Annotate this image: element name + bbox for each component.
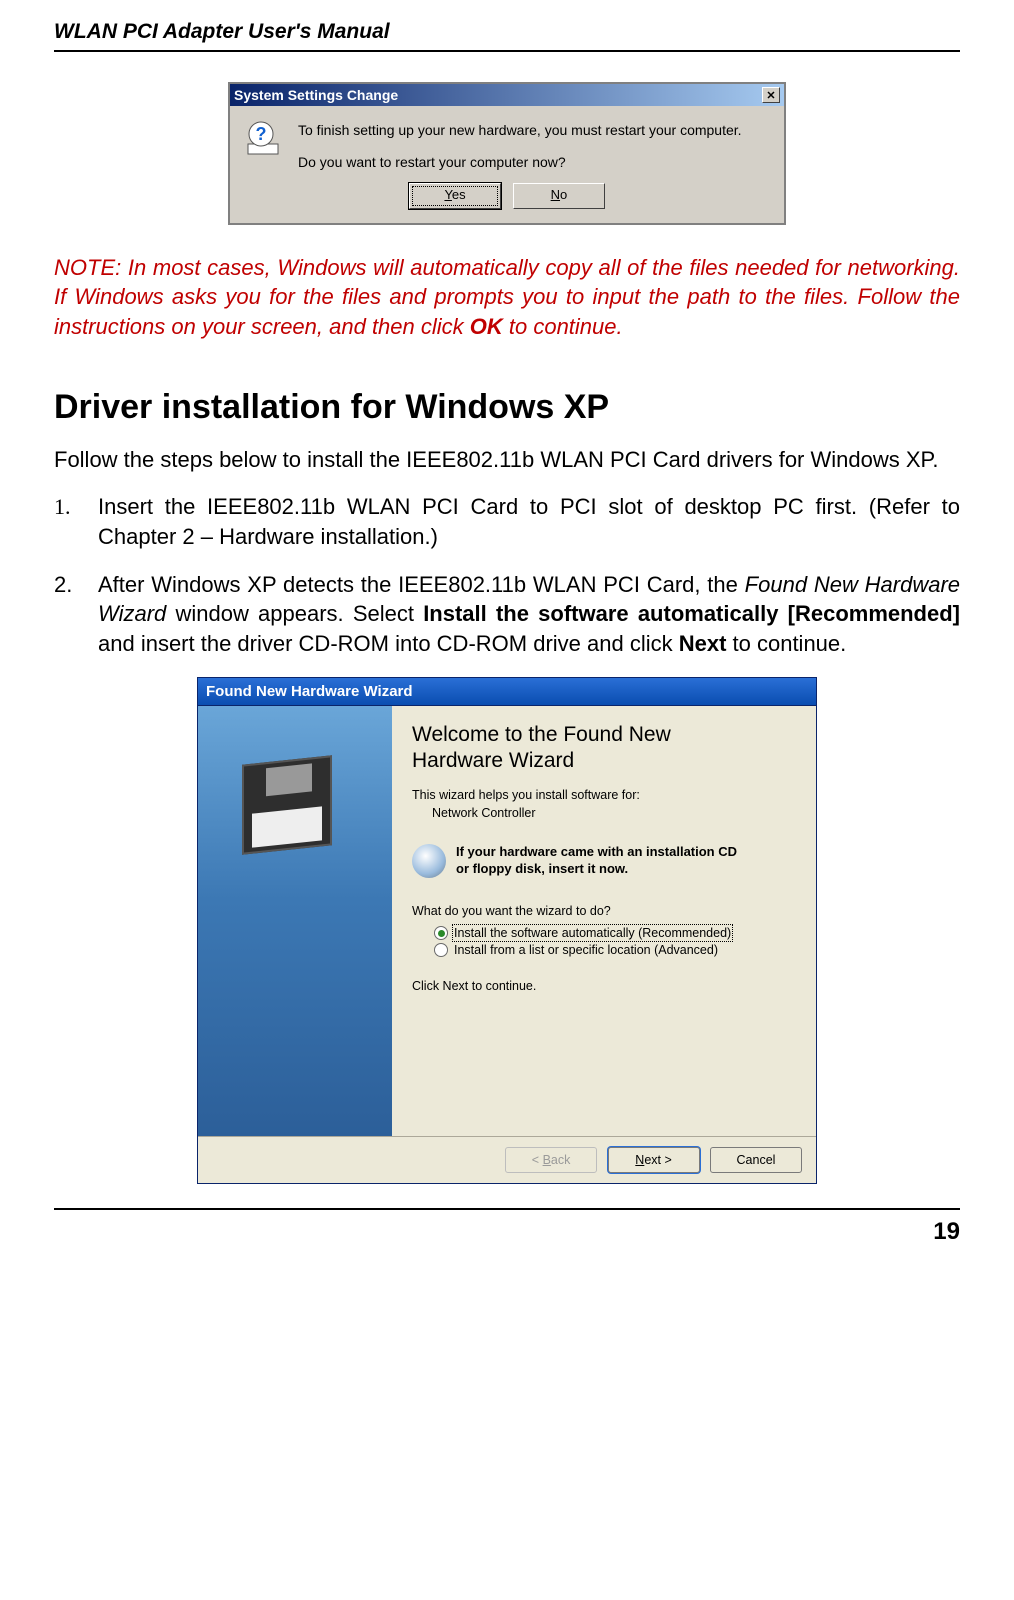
- wizard-helps: This wizard helps you install software f…: [412, 788, 796, 802]
- page-header: WLAN PCI Adapter User's Manual: [54, 20, 960, 44]
- dialog1-line1: To finish setting up your new hardware, …: [298, 120, 742, 140]
- dialog1-body: ? To finish setting up your new hardware…: [230, 106, 784, 183]
- back-rest: ack: [551, 1153, 570, 1167]
- spacer: [298, 140, 742, 152]
- found-new-hardware-wizard-dialog: Found New Hardware Wizard Welcome to the…: [197, 677, 817, 1184]
- list-item: 1.Insert the IEEE802.11b WLAN PCI Card t…: [98, 492, 960, 551]
- step-text: After Windows XP detects the IEEE802.11b…: [98, 572, 745, 597]
- back-button[interactable]: < Back: [505, 1147, 597, 1173]
- dialog1-message: To finish setting up your new hardware, …: [298, 120, 742, 173]
- dialog2-container: Found New Hardware Wizard Welcome to the…: [54, 677, 960, 1184]
- option-install-automatic[interactable]: Install the software automatically (Reco…: [434, 926, 796, 940]
- step-text: and insert the driver CD-ROM into CD-ROM…: [98, 631, 679, 656]
- question-icon: ?: [246, 120, 284, 158]
- header-rule: [54, 50, 960, 52]
- yes-button[interactable]: Yes: [409, 183, 501, 209]
- dialog2-titlebar: Found New Hardware Wizard: [198, 678, 816, 706]
- note-post: to continue.: [503, 314, 623, 339]
- next-rest: ext >: [644, 1153, 671, 1167]
- wizard-welcome: Welcome to the Found New Hardware Wizard: [412, 722, 796, 775]
- step-text: Install the software automatically [Reco…: [423, 601, 960, 626]
- wizard-right-panel: Welcome to the Found New Hardware Wizard…: [392, 706, 816, 1136]
- step-text: to continue.: [726, 631, 846, 656]
- back-u: B: [543, 1153, 551, 1167]
- intro-paragraph: Follow the steps below to install the IE…: [54, 445, 960, 475]
- cancel-button[interactable]: Cancel: [710, 1147, 802, 1173]
- close-icon[interactable]: ✕: [762, 87, 780, 103]
- no-underline: N: [551, 187, 560, 202]
- note-bold: OK: [470, 314, 503, 339]
- steps-list: 1. Insert the IEEE802.11b WLAN PCI Card t…: [54, 492, 960, 658]
- dialog1-title: System Settings Change: [234, 87, 762, 103]
- dialog2-main: Welcome to the Found New Hardware Wizard…: [198, 706, 816, 1136]
- header-title: WLAN PCI Adapter User's Manual: [54, 20, 390, 44]
- back-lt: <: [532, 1153, 543, 1167]
- wizard-side-graphic: [198, 706, 392, 1136]
- dialog1-buttons: Yes No: [230, 183, 784, 223]
- next-u: N: [635, 1153, 644, 1167]
- dialog2-title: Found New Hardware Wizard: [206, 683, 413, 700]
- step-number: 2.: [54, 570, 88, 600]
- cd-line1: If your hardware came with an installati…: [456, 844, 737, 859]
- footer-rule: [54, 1208, 960, 1210]
- step-text: Insert the IEEE802.11b WLAN PCI Card to …: [98, 494, 960, 549]
- floppy-icon: [242, 755, 332, 854]
- system-settings-change-dialog: System Settings Change ✕ ? To finish set…: [228, 82, 786, 225]
- list-item: 2.After Windows XP detects the IEEE802.1…: [98, 570, 960, 659]
- svg-text:?: ?: [256, 124, 267, 144]
- section-heading: Driver installation for Windows XP: [54, 388, 960, 427]
- step-text: Next: [679, 631, 727, 656]
- note-paragraph: NOTE: In most cases, Windows will automa…: [54, 253, 960, 342]
- cd-line2: or floppy disk, insert it now.: [456, 861, 628, 876]
- yes-underline: Y: [444, 187, 451, 202]
- cd-row: If your hardware came with an installati…: [412, 844, 796, 878]
- welcome-line2: Hardware Wizard: [412, 749, 574, 772]
- option-install-from-list[interactable]: Install from a list or specific location…: [434, 943, 796, 957]
- wizard-continue-text: Click Next to continue.: [412, 979, 796, 993]
- dialog1-container: System Settings Change ✕ ? To finish set…: [54, 82, 960, 225]
- welcome-line1: Welcome to the Found New: [412, 723, 671, 746]
- dialog1-titlebar: System Settings Change ✕: [230, 84, 784, 106]
- document-page: WLAN PCI Adapter User's Manual System Se…: [0, 0, 1014, 1286]
- cd-text: If your hardware came with an installati…: [456, 844, 737, 878]
- next-button[interactable]: Next >: [608, 1147, 700, 1173]
- device-name: Network Controller: [432, 806, 796, 820]
- wizard-options: Install the software automatically (Reco…: [434, 926, 796, 957]
- step-number: 1.: [54, 492, 88, 522]
- wizard-question: What do you want the wizard to do?: [412, 904, 796, 918]
- option1-label: Install the software automatically (Reco…: [454, 926, 731, 940]
- yes-rest: es: [452, 187, 466, 202]
- dialog1-line2: Do you want to restart your computer now…: [298, 152, 742, 172]
- no-rest: o: [560, 187, 567, 202]
- step-text: window appears. Select: [166, 601, 423, 626]
- radio-unselected-icon: [434, 943, 448, 957]
- cd-icon: [412, 844, 446, 878]
- wizard-footer: < Back Next > Cancel: [198, 1136, 816, 1183]
- option2-label: Install from a list or specific location…: [454, 943, 718, 957]
- no-button[interactable]: No: [513, 183, 605, 209]
- radio-selected-icon: [434, 926, 448, 940]
- page-number: 19: [54, 1218, 960, 1246]
